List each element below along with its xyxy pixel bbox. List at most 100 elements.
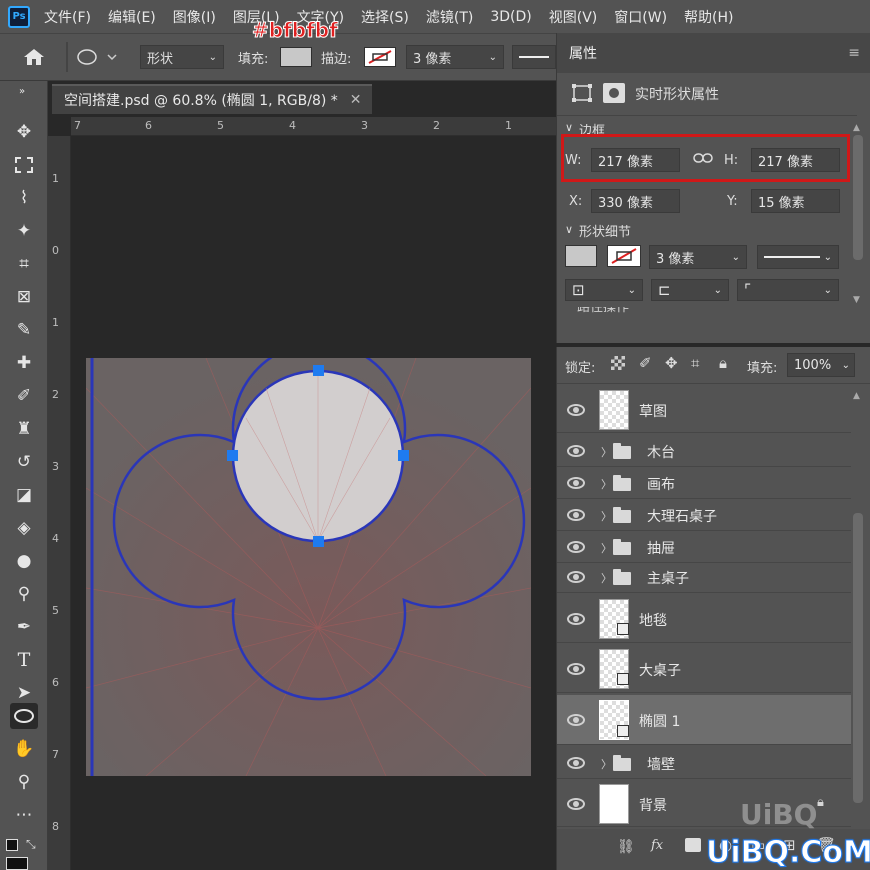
layer-group-row[interactable]: 〉 画布	[557, 467, 851, 499]
chevron-right-icon[interactable]: 〉	[601, 476, 612, 492]
visibility-eye-icon[interactable]	[567, 541, 585, 553]
mode-dropdown[interactable]: 形状 ⌄	[140, 45, 224, 69]
layer-row[interactable]: 大桌子	[557, 645, 851, 693]
shape-details-section[interactable]: 形状细节	[579, 221, 631, 240]
ellipse-tool-preset-icon[interactable]	[76, 45, 120, 69]
move-tool-icon[interactable]: ✥	[10, 119, 38, 145]
lock-all-icon[interactable]: 🔒︎	[719, 354, 727, 372]
fill-swatch[interactable]	[565, 245, 597, 267]
default-colors-icon[interactable]	[6, 839, 18, 851]
visibility-eye-icon[interactable]	[567, 571, 585, 583]
menu-3d[interactable]: 3D(D)	[490, 9, 531, 25]
mask-icon[interactable]	[603, 83, 625, 103]
stroke-align-dropdown[interactable]: ⊡ ⌄	[565, 279, 643, 301]
layer-group-row[interactable]: 〉 大理石桌子	[557, 499, 851, 531]
lock-pixels-icon[interactable]: ✐	[639, 354, 652, 372]
transform-handle-top[interactable]	[313, 365, 324, 376]
crop-tool-icon[interactable]: ⌗	[10, 251, 38, 277]
width-field[interactable]: 217 像素	[591, 148, 680, 172]
menu-help[interactable]: 帮助(H)	[684, 7, 733, 27]
height-field[interactable]: 217 像素	[751, 148, 840, 172]
visibility-eye-icon[interactable]	[567, 798, 585, 810]
menu-file[interactable]: 文件(F)	[44, 7, 91, 27]
link-layers-icon[interactable]: ⛓	[617, 839, 635, 855]
ellipse-tool-icon[interactable]	[10, 703, 38, 729]
stroke-caps-dropdown[interactable]: ⊏ ⌄	[651, 279, 729, 301]
visibility-eye-icon[interactable]	[567, 477, 585, 489]
close-icon[interactable]: ✕	[350, 92, 362, 108]
paint-bucket-tool-icon[interactable]: ◈	[10, 515, 38, 541]
panel-menu-icon[interactable]: ≡	[848, 45, 860, 61]
transform-handle-bottom[interactable]	[313, 536, 324, 547]
layer-row[interactable]: 地毯	[557, 595, 851, 643]
visibility-eye-icon[interactable]	[567, 663, 585, 675]
document-tab[interactable]: 空间搭建.psd @ 60.8% (椭圆 1, RGB/8) * ✕	[52, 84, 372, 114]
dodge-tool-icon[interactable]: ⚲	[10, 581, 38, 607]
fx-icon[interactable]: fx	[651, 838, 663, 853]
layer-group-row[interactable]: 〉 主桌子	[557, 561, 851, 593]
swap-colors-icon[interactable]: ⤡	[26, 837, 36, 852]
history-brush-tool-icon[interactable]: ↺	[10, 449, 38, 475]
fill-opacity-field[interactable]: 100% ⌄	[787, 353, 855, 377]
pen-tool-icon[interactable]: ✒	[10, 614, 38, 640]
chevron-down-icon[interactable]: ∨	[565, 223, 573, 236]
hand-tool-icon[interactable]: ✋	[10, 736, 38, 762]
selected-ellipse[interactable]	[231, 369, 405, 543]
add-mask-icon[interactable]	[685, 838, 701, 852]
transform-handle-right[interactable]	[398, 450, 409, 461]
layers-scrollbar[interactable]	[853, 513, 863, 803]
transform-handle-left[interactable]	[227, 450, 238, 461]
lasso-tool-icon[interactable]: ⌇	[10, 185, 38, 211]
chevron-right-icon[interactable]: 〉	[601, 508, 612, 524]
layer-group-row[interactable]: 〉 木台	[557, 435, 851, 467]
visibility-eye-icon[interactable]	[567, 613, 585, 625]
properties-scrollbar[interactable]	[853, 135, 863, 260]
stroke-type-dropdown[interactable]: ⌄	[757, 245, 839, 269]
frame-tool-icon[interactable]: ⊠	[10, 284, 38, 310]
chevron-right-icon[interactable]: 〉	[601, 570, 612, 586]
collapse-arrows-icon[interactable]: »	[8, 85, 36, 97]
visibility-eye-icon[interactable]	[567, 714, 585, 726]
scroll-up-icon[interactable]: ▲	[853, 391, 860, 401]
visibility-eye-icon[interactable]	[567, 757, 585, 769]
chevron-down-icon[interactable]: ∨	[565, 121, 573, 134]
more-tools-icon[interactable]: ⋯	[10, 802, 38, 828]
home-icon[interactable]	[22, 45, 46, 69]
menu-window[interactable]: 窗口(W)	[614, 7, 667, 27]
x-field[interactable]: 330 像素	[591, 189, 680, 213]
chevron-right-icon[interactable]: 〉	[601, 540, 612, 556]
menu-filter[interactable]: 滤镜(T)	[426, 7, 473, 27]
canvas-artwork[interactable]	[85, 341, 532, 777]
stroke-type-dropdown[interactable]	[512, 45, 556, 69]
visibility-eye-icon[interactable]	[567, 509, 585, 521]
marquee-tool-icon[interactable]	[10, 152, 38, 178]
menu-edit[interactable]: 编辑(E)	[108, 7, 156, 27]
lock-artboard-icon[interactable]: ⌗	[691, 354, 699, 372]
stroke-width-dropdown[interactable]: 3 像素 ⌄	[406, 45, 504, 69]
layer-row-selected[interactable]: 椭圆 1	[557, 695, 851, 745]
chevron-right-icon[interactable]: 〉	[601, 444, 612, 460]
menu-image[interactable]: 图像(I)	[173, 7, 216, 27]
y-field[interactable]: 15 像素	[751, 189, 840, 213]
eyedropper-tool-icon[interactable]: ✎	[10, 317, 38, 343]
document-canvas[interactable]	[85, 341, 532, 777]
brush-tool-icon[interactable]: ✐	[10, 383, 38, 409]
link-icon[interactable]	[693, 151, 713, 169]
stroke-swatch-icon[interactable]	[364, 47, 396, 67]
type-tool-icon[interactable]: T	[10, 647, 38, 673]
layer-group-row[interactable]: 〉 抽屉	[557, 531, 851, 563]
stroke-width-dropdown[interactable]: 3 像素 ⌄	[649, 245, 747, 269]
magic-wand-tool-icon[interactable]: ✦	[10, 218, 38, 244]
visibility-eye-icon[interactable]	[567, 445, 585, 457]
lock-position-icon[interactable]: ✥	[665, 354, 678, 372]
fill-swatch[interactable]	[280, 47, 312, 67]
stroke-swatch-icon[interactable]	[607, 245, 641, 267]
stroke-corners-dropdown[interactable]: ⌜ ⌄	[737, 279, 839, 301]
zoom-tool-icon[interactable]: ⚲	[10, 769, 38, 795]
eraser-tool-icon[interactable]: ◪	[10, 482, 38, 508]
menu-select[interactable]: 选择(S)	[361, 7, 409, 27]
chevron-right-icon[interactable]: 〉	[601, 756, 612, 772]
blur-tool-icon[interactable]: ●	[10, 548, 38, 574]
foreground-color-swatch[interactable]	[6, 857, 28, 870]
layer-row[interactable]: 草图	[557, 387, 851, 433]
